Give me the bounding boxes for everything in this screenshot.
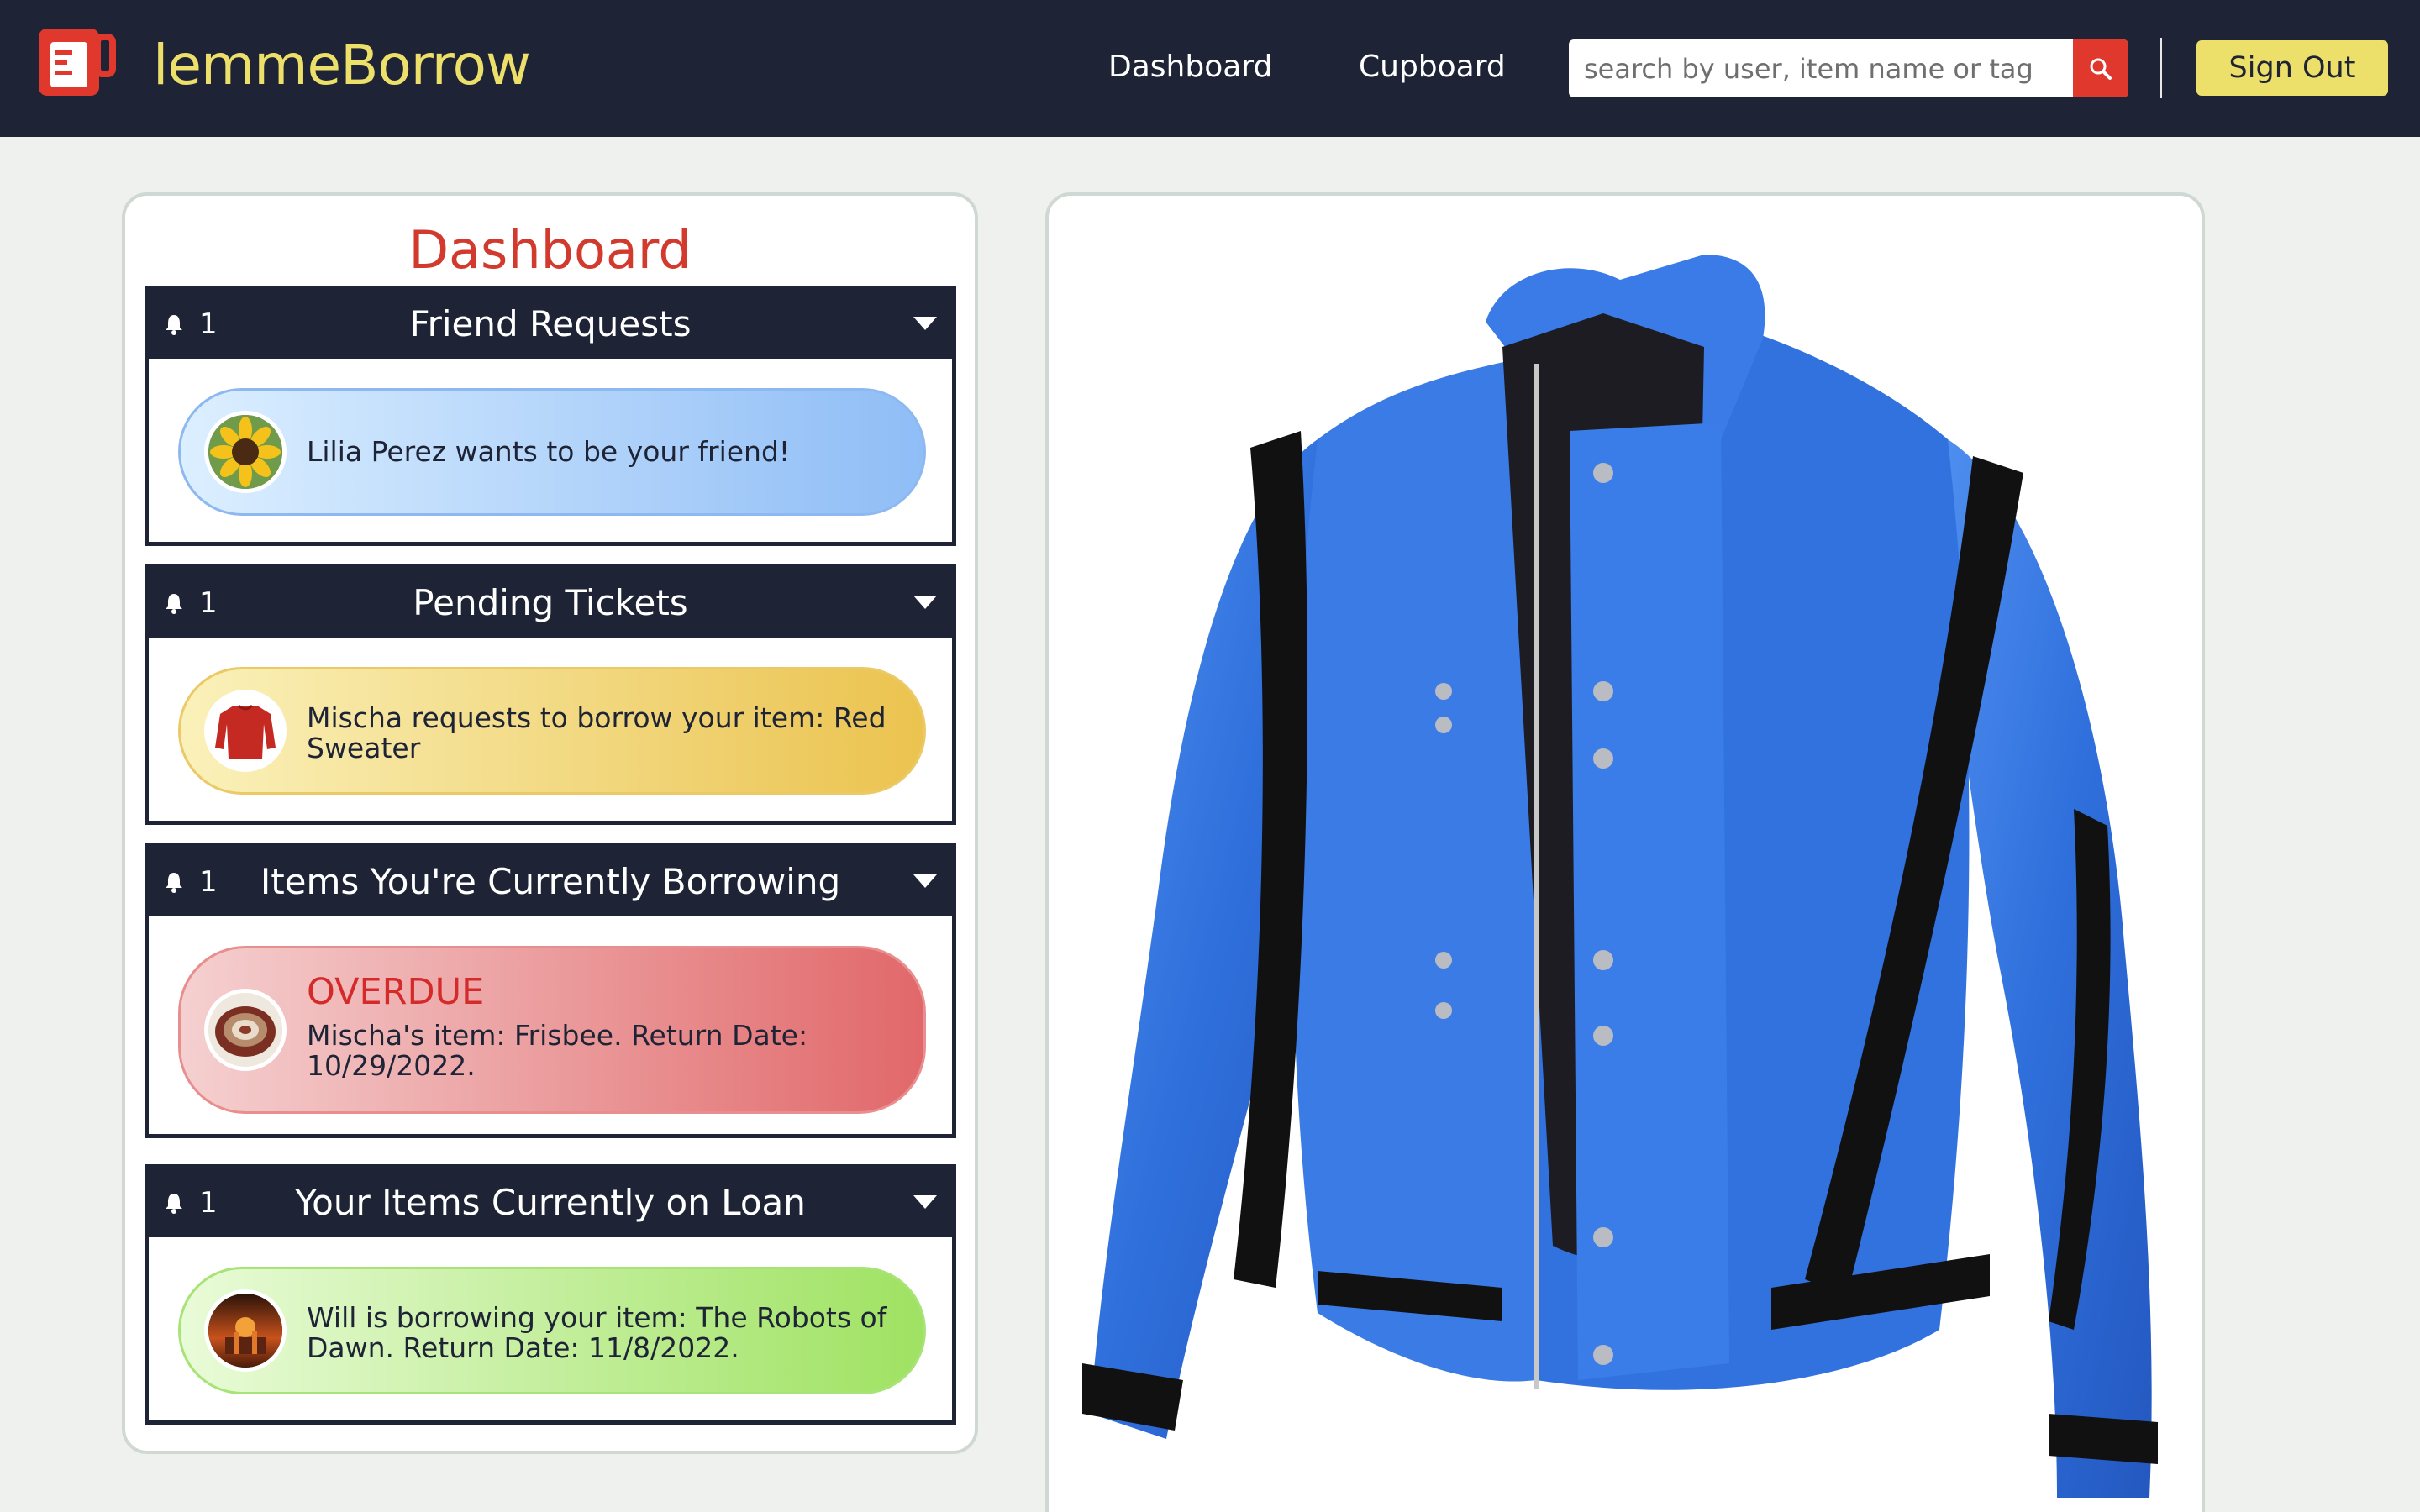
chevron-down-icon[interactable] (912, 1194, 939, 1210)
notification-count: 1 (199, 1186, 218, 1220)
notification-count: 1 (199, 865, 218, 899)
borrowing-card[interactable]: OVERDUE Mischa's item: Frisbee. Return D… (178, 946, 926, 1114)
search-input[interactable] (1569, 39, 2073, 97)
pending-tickets-header[interactable]: 1 Pending Tickets (149, 569, 952, 638)
section-title: Your Items Currently on Loan (295, 1182, 806, 1223)
dashboard-panel: Dashboard 1 Friend Requests Lilia Perez … (122, 192, 978, 1454)
frisbee-avatar (204, 989, 287, 1071)
brand-name[interactable]: lemmeBorrow (153, 30, 531, 101)
bell-icon (166, 594, 182, 614)
top-navbar: lemmeBorrow Dashboard Cupboard Sign Out (0, 0, 2420, 137)
blender-cup-icon[interactable] (32, 25, 116, 102)
book-cover-avatar (204, 1289, 287, 1372)
on-loan-card[interactable]: Will is borrowing your item: The Robots … (178, 1267, 926, 1394)
chevron-down-icon[interactable] (912, 873, 939, 890)
currently-borrowing-header[interactable]: 1 Items You're Currently Borrowing (149, 848, 952, 916)
pending-tickets-section: 1 Pending Tickets Mischa requests to bor… (145, 564, 956, 825)
red-sweater-avatar (204, 690, 287, 772)
notification-count: 1 (199, 307, 218, 341)
sunflower-avatar (204, 411, 287, 493)
product-image-panel (1045, 192, 2205, 1512)
section-title: Items You're Currently Borrowing (260, 861, 841, 902)
currently-on-loan-section: 1 Your Items Currently on Loan Will is b… (145, 1164, 956, 1425)
currently-on-loan-header[interactable]: 1 Your Items Currently on Loan (149, 1168, 952, 1237)
friend-requests-section: 1 Friend Requests Lilia Perez wants to b… (145, 286, 956, 546)
section-title: Pending Tickets (413, 582, 688, 623)
nav-cupboard-link[interactable]: Cupboard (1359, 44, 1506, 91)
overdue-status: OVERDUE (307, 971, 485, 1013)
bell-icon (166, 873, 182, 893)
search-button[interactable] (2073, 39, 2128, 97)
section-title: Friend Requests (409, 303, 692, 344)
currently-borrowing-section: 1 Items You're Currently Borrowing OVERD… (145, 843, 956, 1138)
card-text: Will is borrowing your item: The Robots … (307, 1301, 887, 1364)
chevron-down-icon[interactable] (912, 315, 939, 332)
chevron-down-icon[interactable] (912, 594, 939, 611)
card-text: Mischa requests to borrow your item: Red… (307, 701, 886, 764)
blue-leather-jacket-image[interactable] (1065, 221, 2183, 1512)
card-text: Mischa's item: Frisbee. Return Date: 10/… (307, 1019, 808, 1082)
nav-divider (2160, 38, 2162, 98)
pending-ticket-card[interactable]: Mischa requests to borrow your item: Red… (178, 667, 926, 795)
bell-icon (166, 1194, 182, 1214)
friend-requests-header[interactable]: 1 Friend Requests (149, 290, 952, 359)
notification-count: 1 (199, 586, 218, 620)
search-icon (2090, 58, 2112, 80)
search-bar (1569, 39, 2128, 97)
card-text: Lilia Perez wants to be your friend! (307, 435, 791, 468)
sign-out-button[interactable]: Sign Out (2196, 40, 2388, 96)
friend-request-card[interactable]: Lilia Perez wants to be your friend! (178, 388, 926, 516)
bell-icon (166, 315, 182, 335)
nav-dashboard-link[interactable]: Dashboard (1108, 44, 1272, 91)
dashboard-title: Dashboard (408, 219, 692, 281)
